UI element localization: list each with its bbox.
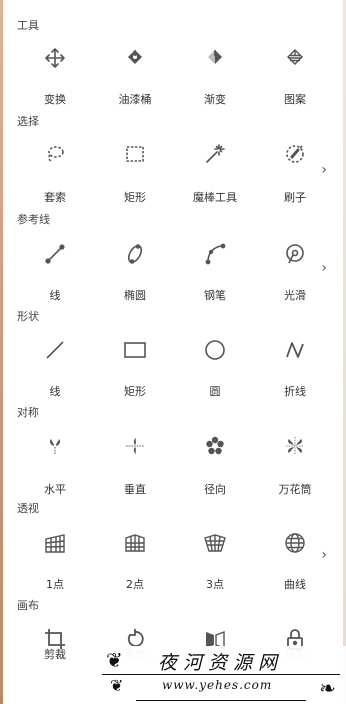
section-title-guides: 参考线: [17, 213, 50, 226]
chevron-right-icon[interactable]: ›: [321, 163, 327, 177]
tool-label: 水平: [44, 483, 66, 496]
tool-label: 图案: [284, 93, 306, 106]
diagonal-line-icon: [43, 338, 67, 362]
vertical-symmetry-icon: [123, 434, 147, 458]
tool-label: 3点: [206, 578, 224, 591]
tool-label: 径向: [204, 483, 226, 496]
chevron-right-icon[interactable]: ›: [321, 548, 327, 562]
tool-label: 光滑: [284, 289, 306, 302]
tool-label: 剪裁: [44, 648, 66, 661]
ornament-icon: ❦: [110, 676, 124, 695]
circle-icon: [203, 338, 227, 362]
line-guide-icon: [43, 242, 67, 266]
move-arrows-icon: [43, 46, 67, 70]
three-point-grid-icon: [203, 531, 227, 555]
tool-label: 钢笔: [204, 289, 226, 302]
brush-select-icon: [283, 142, 307, 166]
tool-label: 矩形: [124, 385, 146, 398]
tool-label: 圆: [209, 385, 221, 398]
kaleidoscope-icon: [283, 434, 307, 458]
tool-label: 万花筒: [278, 483, 312, 496]
magic-wand-icon: [203, 142, 227, 166]
ornament-icon: ❧: [319, 676, 336, 700]
watermark: ❦ ❧ ❦ 夜河资源网 www.yehes.com: [96, 646, 346, 704]
paint-bucket-icon: [123, 46, 147, 70]
gradient-bucket-icon: [203, 46, 227, 70]
tool-label: 折线: [284, 385, 306, 398]
tool-label: 套索: [44, 191, 66, 204]
tool-label: 椭圆: [124, 289, 146, 302]
section-title-select: 选择: [17, 115, 39, 128]
pattern-bucket-icon: [283, 46, 307, 70]
polyline-icon: [283, 338, 307, 362]
watermark-divider: [136, 700, 306, 701]
tool-label: 矩形: [124, 191, 146, 204]
horizontal-symmetry-icon: [43, 434, 67, 458]
tool-label: 油漆桶: [118, 93, 152, 106]
ornament-icon: ❦: [106, 648, 123, 672]
tool-label: 变换: [44, 93, 66, 106]
tool-label: 1点: [46, 578, 64, 591]
tool-label: 垂直: [124, 483, 146, 496]
tool-label: 曲线: [284, 578, 306, 591]
chevron-right-icon[interactable]: ›: [321, 261, 327, 275]
section-title-tools: 工具: [17, 19, 39, 32]
smooth-guide-icon: [283, 242, 307, 266]
tools-panel: 工具 变换 油漆桶 渐变 图案 选择 套索 矩形 魔棒工具 刷子 › 参考线 线…: [3, 0, 343, 704]
tool-label: 线: [49, 289, 61, 302]
rectangle-icon: [123, 338, 147, 362]
section-title-shapes: 形状: [17, 310, 39, 323]
tool-label: 魔棒工具: [193, 191, 237, 204]
tool-label: 渐变: [204, 93, 226, 106]
section-title-symmetry: 对称: [17, 406, 39, 419]
dashed-rectangle-icon: [123, 142, 147, 166]
radial-flower-icon: [203, 434, 227, 458]
lasso-icon: [43, 142, 67, 166]
section-title-canvas: 画布: [17, 599, 39, 612]
tool-label: 2点: [126, 578, 144, 591]
tool-label: 刷子: [284, 191, 306, 204]
pen-curve-icon: [203, 242, 227, 266]
ellipse-guide-icon: [123, 242, 147, 266]
one-point-grid-icon: [43, 531, 67, 555]
section-title-perspective: 透视: [17, 502, 39, 515]
two-point-grid-icon: [123, 531, 147, 555]
watermark-title: 夜河资源网: [158, 652, 284, 674]
tool-label: 线: [49, 385, 61, 398]
watermark-url: www.yehes.com: [162, 678, 273, 692]
globe-curve-icon: [283, 531, 307, 555]
